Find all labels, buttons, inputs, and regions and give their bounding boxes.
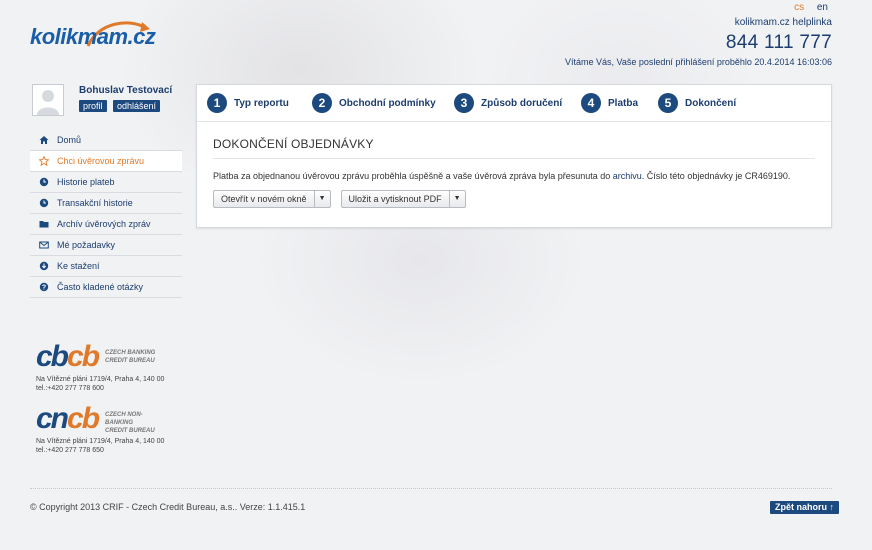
sidebar-item-label: Transakční historie — [57, 198, 133, 208]
svg-text:?: ? — [42, 285, 46, 292]
home-icon — [38, 134, 50, 146]
step-number: 5 — [658, 93, 678, 113]
open-new-window-button[interactable]: Otevřít v novém okně — [213, 190, 315, 208]
sidebar-item-label: Chci úvěrovou zprávu — [57, 156, 145, 166]
save-dropdown-caret-icon[interactable]: ▼ — [449, 190, 466, 208]
archive-link[interactable]: archivu — [613, 171, 642, 181]
step-number: 3 — [454, 93, 474, 113]
helpline-phone: 844 111 777 — [725, 32, 832, 53]
sidebar-item-transaction-history[interactable]: Transakční historie — [30, 193, 182, 214]
question-icon: ? — [38, 281, 50, 293]
footer-divider — [30, 488, 832, 489]
sidebar-item-label: Historie plateb — [57, 177, 115, 187]
action-buttons: Otevřít v novém okně ▼ Uložit a vytiskno… — [213, 190, 815, 208]
lang-en-link[interactable]: en — [817, 2, 828, 13]
logo-text: kolikmam.cz — [30, 24, 156, 49]
folder-icon — [38, 218, 50, 230]
user-silhouette-icon — [37, 90, 59, 115]
cncb-logo[interactable]: cncb CZECH NON-BANKING CREDIT BUREAU — [36, 404, 164, 435]
sidebar-item-report-archive[interactable]: Archív úvěrových zpráv — [30, 214, 182, 235]
page-title: DOKONČENÍ OBJEDNÁVKY — [213, 137, 815, 159]
step-number: 2 — [312, 93, 332, 113]
cbcb-bureau: cbcb CZECH BANKING CREDIT BUREAU Na Vítěz… — [36, 342, 164, 393]
save-print-pdf-split-button: Uložit a vytisknout PDF ▼ — [340, 190, 466, 208]
avatar — [32, 84, 64, 116]
sidebar-item-payment-history[interactable]: Historie plateb — [30, 172, 182, 193]
cbcb-address: Na Vítězné pláni 1719/4, Praha 4, 140 00… — [36, 376, 165, 392]
sidebar-item-label: Domů — [57, 135, 82, 145]
step-delivery: 3 Způsob doručení — [454, 93, 562, 113]
download-icon — [38, 260, 50, 272]
step-label: Obchodní podmínky — [339, 97, 436, 109]
step-number: 4 — [581, 93, 601, 113]
sidebar-item-label: Často kladené otázky — [57, 282, 144, 292]
cncb-address: Na Vítězné pláni 1719/4, Praha 4, 140 00… — [36, 438, 165, 454]
helpline-label: kolikmam.cz helplinka — [734, 17, 832, 28]
step-number: 1 — [207, 93, 227, 113]
cncb-bureau: cncb CZECH NON-BANKING CREDIT BUREAU Na V… — [36, 404, 164, 455]
order-content: DOKONČENÍ OBJEDNÁVKY Platba za objednano… — [197, 122, 831, 208]
step-report-type: 1 Typ reportu — [207, 93, 289, 113]
sidebar-item-my-requests[interactable]: Mé požadavky — [30, 235, 182, 256]
envelope-icon — [38, 239, 50, 251]
step-payment: 4 Platba — [581, 93, 638, 113]
star-icon — [38, 155, 50, 167]
step-terms: 2 Obchodní podmínky — [312, 93, 436, 113]
back-to-top-button[interactable]: Zpět nahoru ↑ — [770, 501, 839, 514]
language-switch: cs en — [784, 2, 828, 13]
sidebar-item-faq[interactable]: ? Často kladené otázky — [30, 277, 182, 298]
sidebar-item-credit-report[interactable]: Chci úvěrovou zprávu — [30, 151, 182, 172]
clock-icon — [38, 197, 50, 209]
user-name: Bohuslav Testovací — [79, 85, 173, 96]
sidebar-item-home[interactable]: Domů — [30, 130, 182, 151]
copyright: © Copyright 2013 CRIF - Czech Credit Bur… — [30, 502, 306, 512]
step-label: Dokončení — [685, 97, 737, 109]
cbcb-logo[interactable]: cbcb CZECH BANKING CREDIT BUREAU — [36, 342, 164, 372]
step-completion: 5 Dokončení — [658, 93, 736, 113]
sidebar-item-label: Archív úvěrových zpráv — [57, 219, 151, 229]
welcome-message: Vítáme Vás, Vaše poslední přihlášení pro… — [564, 57, 832, 67]
open-new-window-split-button: Otevřít v novém okně ▼ — [213, 190, 331, 208]
open-dropdown-caret-icon[interactable]: ▼ — [314, 190, 331, 208]
order-card: 1 Typ reportu 2 Obchodní podmínky 3 Způs… — [196, 84, 832, 228]
clock-icon — [38, 176, 50, 188]
step-label: Platba — [608, 97, 639, 109]
sidebar-item-downloads[interactable]: Ke stažení — [30, 256, 182, 277]
step-label: Způsob doručení — [481, 97, 563, 109]
step-label: Typ reportu — [234, 97, 289, 109]
lang-cs-link[interactable]: cs — [794, 2, 804, 13]
success-message: Platba za objednanou úvěrovou zprávu pro… — [213, 171, 791, 181]
sidebar-nav: Domů Chci úvěrovou zprávu Historie plate… — [30, 130, 182, 298]
sidebar-item-label: Mé požadavky — [57, 240, 116, 250]
logout-button[interactable]: odhlášení — [113, 100, 161, 112]
kolikmam-logo[interactable]: kolikmam.cz — [30, 16, 190, 56]
sidebar-item-label: Ke stažení — [57, 261, 100, 271]
order-steps: 1 Typ reportu 2 Obchodní podmínky 3 Způs… — [197, 85, 831, 122]
profile-button[interactable]: profil — [79, 100, 107, 112]
save-print-pdf-button[interactable]: Uložit a vytisknout PDF — [340, 190, 450, 208]
